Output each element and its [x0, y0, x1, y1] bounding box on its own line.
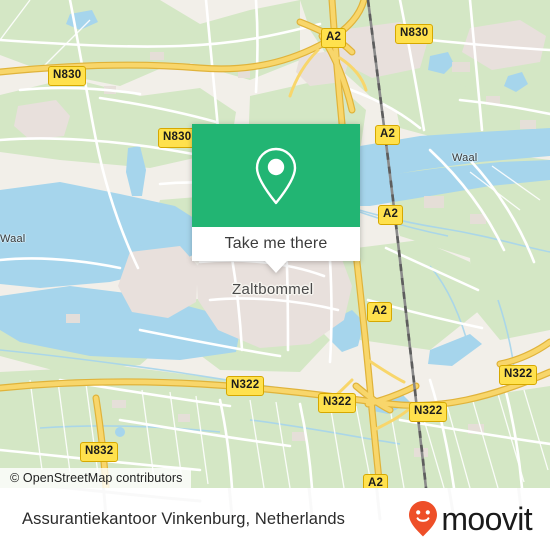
take-me-there-label: Take me there: [224, 235, 328, 252]
popup-tail-pointer: [265, 261, 287, 273]
footer-bar: Assurantiekantoor Vinkenburg, Netherland…: [0, 488, 550, 550]
water-label-waal-east: Waal: [452, 152, 478, 164]
road-shield: N322: [499, 365, 538, 385]
road-shield: N322: [226, 376, 265, 396]
moovit-logo: moovit: [408, 500, 533, 538]
road-shield: A2: [321, 28, 347, 48]
page-title: Assurantiekantoor Vinkenburg, Netherland…: [22, 509, 345, 528]
water-label-waal-west: Waal: [0, 233, 26, 245]
place-label-zaltbommel: Zaltbommel: [232, 281, 314, 298]
moovit-pin-icon: [409, 501, 438, 537]
osm-attribution-text: © OpenStreetMap contributors: [10, 471, 183, 485]
road-shield: N830: [395, 24, 434, 44]
moovit-wordmark: moovit: [441, 501, 532, 537]
moovit-map-screen: N830 N830 A2 N830 A2 A2 A2 N322 N322 N32…: [0, 0, 550, 550]
road-shield: N830: [48, 66, 87, 86]
road-shield: N322: [318, 393, 357, 413]
take-me-there-popup[interactable]: Take me there: [192, 124, 360, 273]
map-canvas[interactable]: N830 N830 A2 N830 A2 A2 A2 N322 N322 N32…: [0, 0, 550, 488]
road-shield: A2: [367, 302, 393, 322]
road-shield: N322: [409, 402, 448, 422]
road-shield: N832: [80, 442, 119, 462]
location-pin-icon: [255, 147, 297, 204]
road-shield: A2: [375, 125, 401, 145]
road-shield: N830: [158, 128, 197, 148]
road-shield: A2: [363, 474, 389, 488]
take-me-there-button[interactable]: Take me there: [192, 227, 360, 273]
popup-icon-area: [192, 124, 360, 227]
road-shield: A2: [378, 205, 404, 225]
osm-attribution[interactable]: © OpenStreetMap contributors: [0, 468, 191, 488]
